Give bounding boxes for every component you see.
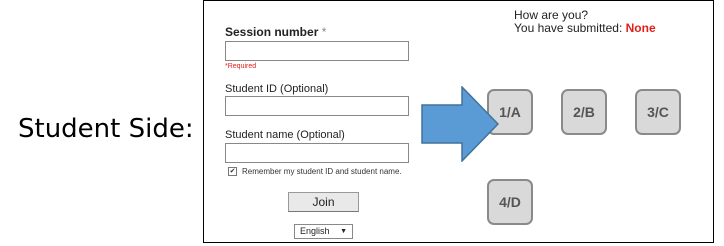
answer-button-2b[interactable]: 2/B: [561, 89, 607, 135]
chevron-down-icon: ▼: [340, 228, 347, 235]
submitted-value: None: [625, 21, 656, 35]
remember-label: Remember my student ID and student name.: [242, 167, 402, 176]
session-number-label: Session number *: [225, 25, 326, 39]
required-star: *: [321, 25, 327, 39]
join-button[interactable]: Join: [288, 192, 359, 212]
session-number-text: Session number: [225, 25, 319, 39]
student-side-label: Student Side:: [18, 114, 194, 144]
student-name-label: Student name (Optional): [225, 129, 345, 141]
remember-checkbox[interactable]: ✔: [228, 167, 237, 176]
required-note: *Required: [225, 63, 257, 70]
right-arrow-icon: [421, 86, 499, 162]
session-number-input[interactable]: [225, 41, 409, 61]
language-select[interactable]: English ▼: [294, 224, 353, 239]
status-area: How are you? You have submitted: None: [514, 9, 656, 35]
student-name-input[interactable]: [225, 143, 409, 163]
submitted-prefix: You have submitted:: [514, 21, 626, 35]
remember-row[interactable]: ✔ Remember my student ID and student nam…: [228, 167, 402, 176]
submitted-line: You have submitted: None: [514, 22, 656, 35]
student-id-label: Student ID (Optional): [225, 83, 329, 95]
language-selected: English: [300, 226, 330, 236]
answer-button-4d[interactable]: 4/D: [487, 179, 533, 225]
student-id-input[interactable]: [225, 96, 409, 116]
student-panel: Session number * *Required Student ID (O…: [203, 0, 714, 243]
answer-button-3c[interactable]: 3/C: [635, 89, 681, 135]
